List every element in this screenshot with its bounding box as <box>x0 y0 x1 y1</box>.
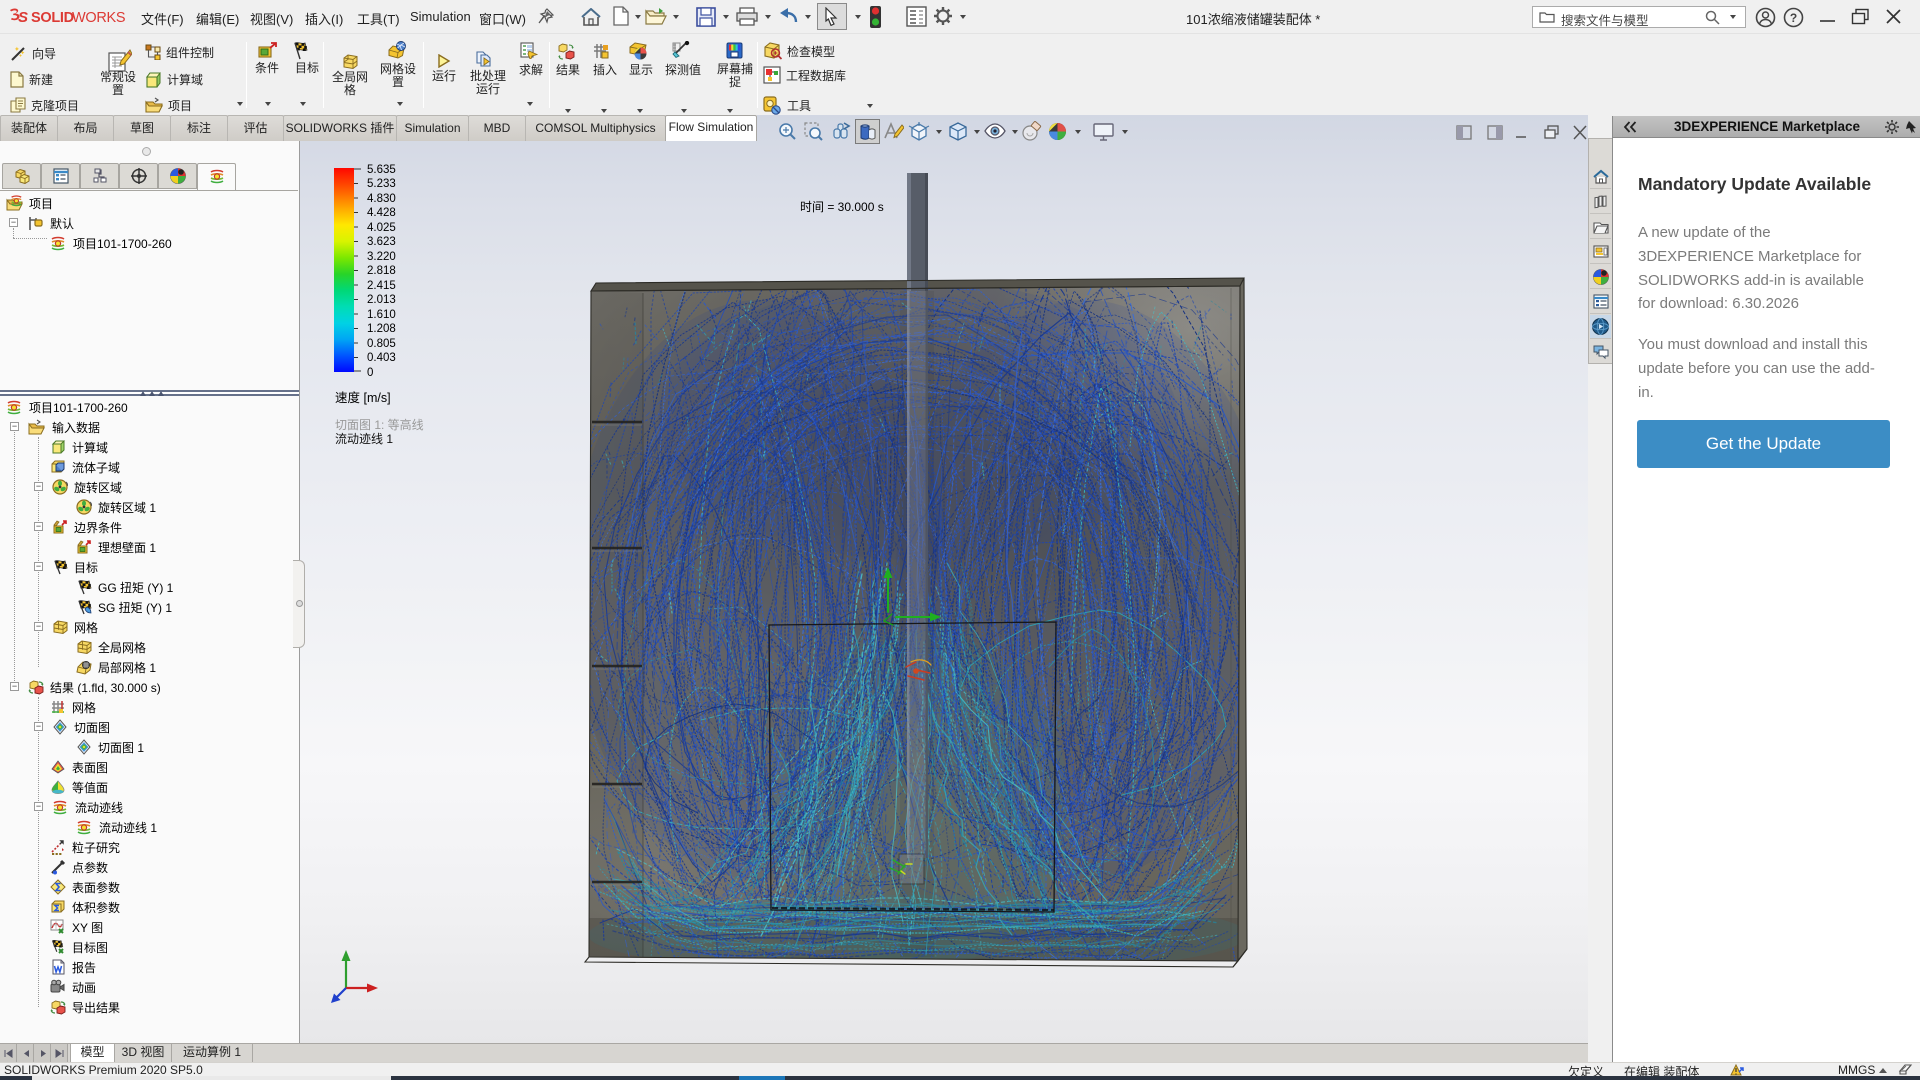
svg-text:?: ? <box>1790 11 1797 25</box>
svg-text:WORKS: WORKS <box>72 10 125 26</box>
svg-text:SOLID: SOLID <box>31 10 74 26</box>
svg-text:S: S <box>18 9 28 26</box>
